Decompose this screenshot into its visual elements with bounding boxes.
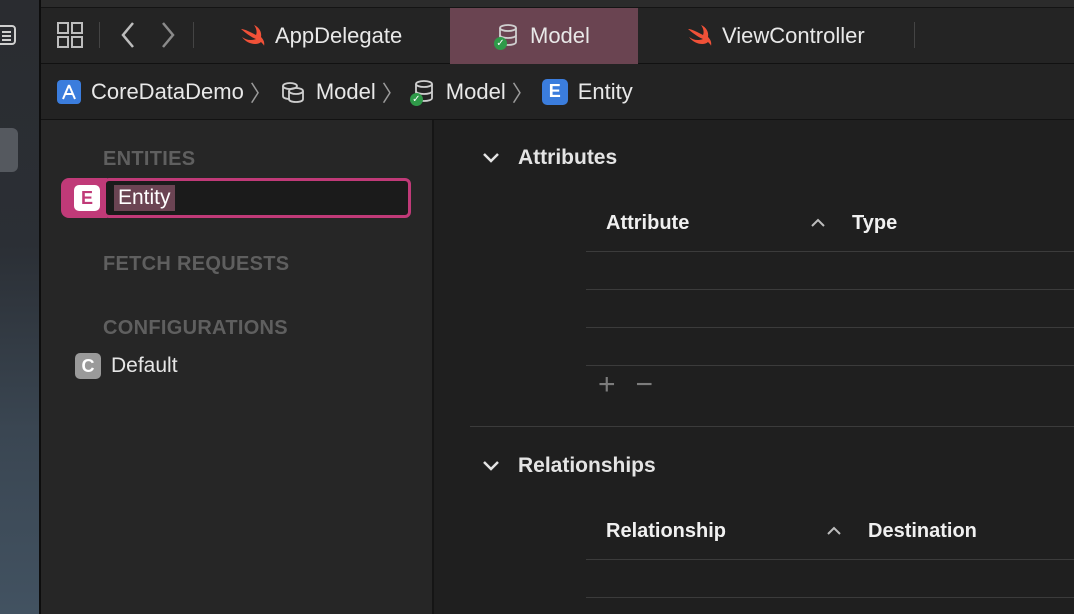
check-badge-icon: ✓ bbox=[494, 37, 507, 50]
navigator-selection[interactable] bbox=[0, 128, 18, 172]
swift-icon bbox=[241, 25, 265, 46]
sort-ascending-icon[interactable] bbox=[810, 218, 826, 228]
configuration-label: Default bbox=[111, 354, 178, 377]
tab-appdelegate[interactable]: AppDelegate bbox=[201, 8, 450, 64]
entity-editor: Attributes Attribute Type + − Relationsh… bbox=[434, 120, 1074, 614]
attributes-table: Attribute Type bbox=[586, 194, 1074, 366]
tab-label: Model bbox=[530, 23, 590, 48]
xcode-project-icon bbox=[57, 79, 81, 104]
breadcrumb-label: Entity bbox=[577, 78, 633, 104]
list-icon[interactable] bbox=[0, 24, 16, 46]
data-model-icon: ✓ bbox=[409, 79, 436, 106]
attributes-title: Attributes bbox=[518, 146, 618, 169]
tab-viewcontroller[interactable]: ViewController bbox=[638, 8, 914, 64]
breadcrumb-label: CoreDataDemo bbox=[91, 78, 244, 104]
breadcrumb-project[interactable]: CoreDataDemo bbox=[57, 79, 244, 105]
entity-icon: E bbox=[541, 78, 568, 105]
tab-label: ViewController bbox=[722, 23, 865, 48]
model-group-icon bbox=[281, 81, 304, 103]
chevron-right-icon: 〉 bbox=[511, 80, 534, 106]
entity-row[interactable]: E Entity bbox=[61, 178, 411, 218]
fetch-requests-header: FETCH REQUESTS bbox=[103, 253, 290, 275]
table-row bbox=[586, 290, 1074, 328]
entity-icon: E bbox=[74, 185, 100, 211]
model-outline: ENTITIES E Entity FETCH REQUESTS CONFIGU… bbox=[41, 120, 432, 614]
table-row bbox=[586, 328, 1074, 366]
relationships-header-row: Relationship Destination bbox=[586, 502, 1074, 560]
add-attribute-button[interactable]: + bbox=[598, 368, 616, 402]
data-model-icon: ✓ bbox=[494, 23, 520, 50]
forward-icon[interactable] bbox=[153, 20, 183, 50]
breadcrumb-entity[interactable]: E Entity bbox=[541, 78, 633, 105]
grid-icon[interactable] bbox=[55, 20, 85, 50]
relationships-table: Relationship Destination bbox=[586, 502, 1074, 598]
entity-name-field[interactable]: Entity bbox=[103, 178, 411, 218]
breadcrumb-label: Model bbox=[445, 78, 506, 104]
attributes-header-row: Attribute Type bbox=[586, 194, 1074, 252]
check-badge-icon: ✓ bbox=[409, 92, 423, 106]
chevron-down-icon bbox=[483, 461, 499, 471]
breadcrumb-model[interactable]: ✓ Model bbox=[409, 78, 506, 106]
tab-model[interactable]: ✓ Model bbox=[450, 8, 638, 64]
sort-ascending-icon[interactable] bbox=[826, 526, 842, 536]
entities-header: ENTITIES bbox=[103, 148, 196, 170]
configuration-icon: C bbox=[75, 353, 101, 379]
column-header-destination[interactable]: Destination bbox=[868, 520, 977, 543]
relationships-section-toggle[interactable]: Relationships bbox=[482, 454, 656, 478]
configurations-header: CONFIGURATIONS bbox=[103, 317, 288, 339]
swift-icon bbox=[688, 25, 712, 46]
column-header-relationship[interactable]: Relationship bbox=[606, 520, 726, 543]
chevron-right-icon: 〉 bbox=[381, 80, 404, 106]
breadcrumb-group[interactable]: Model bbox=[280, 79, 376, 105]
configuration-default[interactable]: C Default bbox=[75, 353, 178, 379]
tab-bar: AppDelegate ✓ Model ViewController bbox=[41, 0, 1074, 64]
column-header-type[interactable]: Type bbox=[852, 212, 897, 235]
chevron-right-icon: 〉 bbox=[249, 80, 272, 106]
back-icon[interactable] bbox=[113, 20, 143, 50]
section-divider bbox=[470, 426, 1074, 427]
navigator-strip bbox=[0, 0, 39, 614]
column-header-attribute[interactable]: Attribute bbox=[606, 212, 689, 235]
table-row bbox=[586, 252, 1074, 290]
entity-name-input[interactable]: Entity bbox=[114, 185, 175, 211]
chevron-down-icon bbox=[483, 153, 499, 163]
tab-label: AppDelegate bbox=[275, 23, 403, 48]
attributes-section-toggle[interactable]: Attributes bbox=[482, 146, 617, 170]
remove-attribute-button[interactable]: − bbox=[636, 368, 654, 402]
table-row bbox=[586, 560, 1074, 598]
breadcrumb: CoreDataDemo 〉 Model 〉 ✓ Model 〉 E Entit… bbox=[41, 64, 1074, 120]
relationships-title: Relationships bbox=[518, 454, 656, 477]
breadcrumb-label: Model bbox=[315, 78, 376, 104]
